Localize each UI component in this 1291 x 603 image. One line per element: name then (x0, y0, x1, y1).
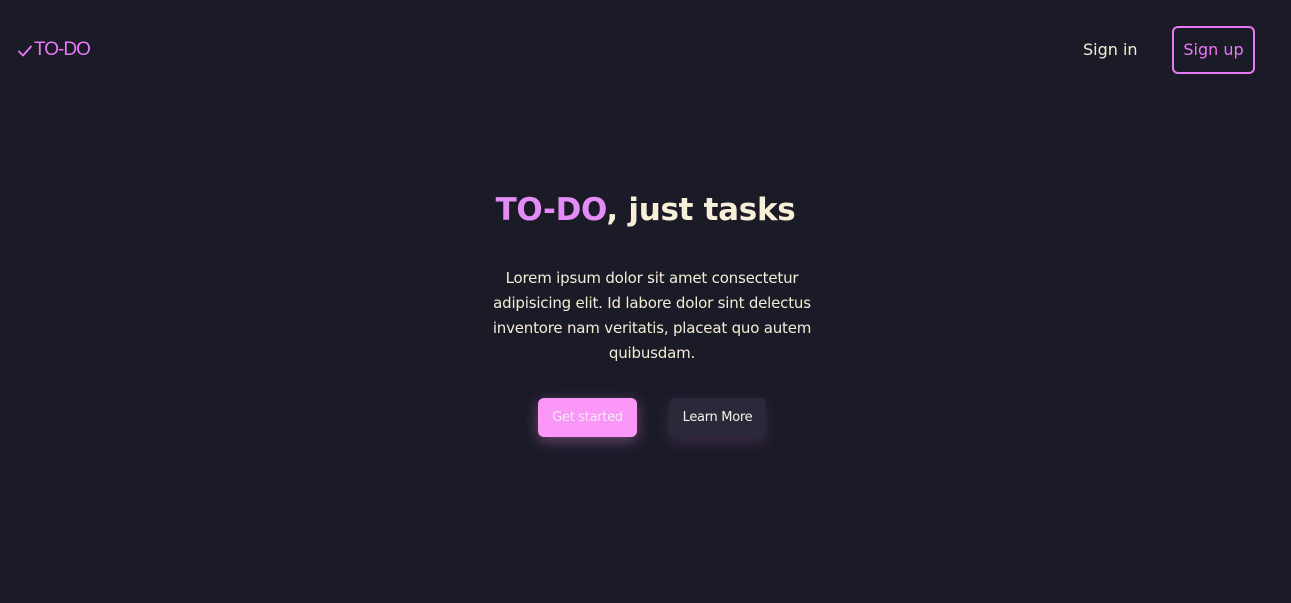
sign-in-button[interactable]: Sign in (1083, 38, 1138, 62)
logo-text: TO-DO (34, 39, 91, 60)
check-icon (18, 45, 32, 56)
sign-up-button[interactable]: Sign up (1172, 26, 1255, 74)
learn-more-button[interactable]: Learn More (669, 398, 766, 437)
logo[interactable]: TO-DO (17, 38, 91, 62)
get-started-button[interactable]: Get started (538, 398, 637, 437)
hero-title-brand: TO-DO (495, 192, 607, 228)
hero-title-rest: , just tasks (606, 192, 796, 228)
landing-page: TO-DO Sign in Sign up TO-DO, just tasks … (0, 0, 1291, 603)
hero-description: Lorem ipsum dolor sit amet consectetur a… (492, 269, 812, 362)
hero-title: TO-DO, just tasks (0, 188, 1291, 232)
